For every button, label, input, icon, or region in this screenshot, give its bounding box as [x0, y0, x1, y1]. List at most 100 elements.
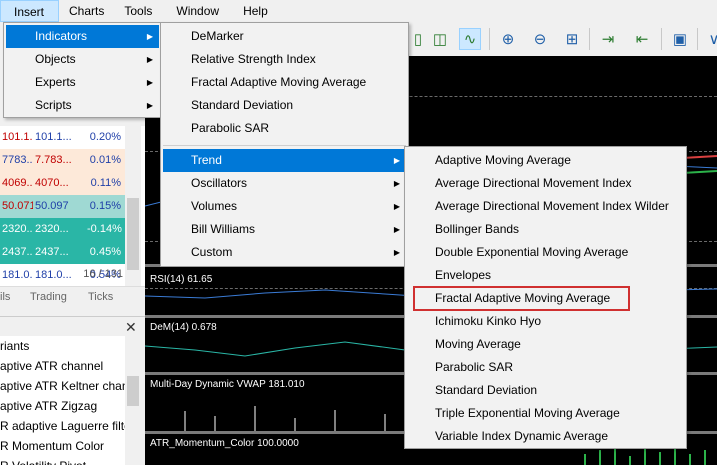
menu-item-trend-indicator[interactable]: Double Exponential Moving Average	[407, 241, 684, 264]
screenshot-icon[interactable]: ▣	[669, 28, 691, 50]
candlestick-icon[interactable]: ▯	[407, 28, 429, 50]
navigator-item[interactable]: R adaptive Laguerre filte	[0, 416, 125, 436]
insert-dropdown: Indicators ▶ Objects ▶ Experts ▶ Scripts ▶	[3, 22, 162, 118]
line-chart-icon[interactable]: ∿	[459, 28, 481, 50]
toolbar-separator	[589, 28, 590, 50]
menu-item-volumes[interactable]: Volumes ▶	[163, 195, 406, 218]
menu-item-trend-indicator[interactable]: Standard Deviation	[407, 379, 684, 402]
bid-cell: 181.0...	[2, 269, 33, 281]
menu-item-frama[interactable]: Fractal Adaptive Moving Average	[163, 71, 406, 94]
menu-item-custom[interactable]: Custom ▶	[163, 241, 406, 264]
symbol-count: 16 / 131	[83, 268, 123, 280]
menu-item-objects[interactable]: Objects ▶	[6, 48, 159, 71]
menu-item-parabolic-sar[interactable]: Parabolic SAR	[163, 117, 406, 140]
bid-cell: 50.071	[2, 200, 33, 212]
chevron-right-icon: ▶	[393, 179, 400, 188]
ask-cell: 50.097	[35, 200, 69, 212]
menu-item-trend-indicator[interactable]: Ichimoku Kinko Hyo	[407, 310, 684, 333]
ask-cell: 4070...	[35, 177, 69, 189]
menu-item-trend-indicator[interactable]: Variable Index Dynamic Average	[407, 425, 684, 448]
table-row[interactable]: 4069... 4070... 0.11%	[0, 172, 125, 195]
tab-details[interactable]: ils	[0, 287, 22, 308]
chevron-right-icon: ▶	[146, 55, 153, 64]
zoom-in-icon[interactable]: ⊕	[497, 28, 519, 50]
menu-item-scripts[interactable]: Scripts ▶	[6, 94, 159, 117]
menu-item-demarker[interactable]: DeMarker	[163, 25, 406, 48]
menu-item-trend-indicator[interactable]: Moving Average	[407, 333, 684, 356]
menu-item-label: Experts	[35, 75, 76, 89]
menu-item-oscillators[interactable]: Oscillators ▶	[163, 172, 406, 195]
table-row[interactable]: 2320... 2320... -0.14%	[0, 218, 125, 241]
navigator-item[interactable]: R Volatility Pivot	[0, 456, 125, 465]
ask-cell: 2320...	[35, 223, 69, 235]
menu-item-rsi[interactable]: Relative Strength Index	[163, 48, 406, 71]
menu-item-trend-indicator[interactable]: Bollinger Bands	[407, 218, 684, 241]
tab-ticks[interactable]: Ticks	[78, 287, 128, 308]
navigator-item[interactable]: aptive ATR Keltner chan	[0, 376, 125, 396]
table-row[interactable]: 2437... 2437... 0.45%	[0, 241, 125, 264]
menu-item-label: Indicators	[35, 29, 88, 43]
menu-item-stddev[interactable]: Standard Deviation	[163, 94, 406, 117]
scrollbar-thumb[interactable]	[127, 198, 139, 270]
scrollbar-thumb[interactable]	[127, 376, 139, 406]
menu-insert[interactable]: Insert	[0, 0, 60, 22]
ask-cell: 7.783...	[35, 154, 72, 166]
menubar: Insert Charts Tools Window Help	[0, 0, 717, 22]
change-cell: 0.11%	[90, 177, 121, 189]
table-row[interactable]: 50.071 50.097 0.15%	[0, 195, 125, 218]
menu-item-label: Scripts	[35, 98, 72, 112]
highlight-annotation	[413, 286, 630, 311]
menu-item-trend-indicator[interactable]: Parabolic SAR	[407, 356, 684, 379]
table-row[interactable]: 101.1...101.1... 0.20%	[0, 126, 125, 149]
change-cell: 0.45%	[89, 246, 121, 258]
table-row[interactable]: 7783... 7.783... 0.01%	[0, 149, 125, 172]
bid-cell: 4069...	[2, 177, 33, 189]
menu-item-experts[interactable]: Experts ▶	[6, 71, 159, 94]
autoscroll-icon[interactable]: ⇥	[597, 28, 619, 50]
toolbar-separator	[661, 28, 662, 50]
grid-icon[interactable]: ⊞	[561, 28, 583, 50]
ask-cell: 2437...	[35, 246, 69, 258]
navigator-item[interactable]: aptive ATR Zigzag	[0, 396, 125, 416]
menu-item-bill-williams[interactable]: Bill Williams ▶	[163, 218, 406, 241]
menu-item-label: Trend	[191, 153, 222, 167]
menu-window[interactable]: Window	[164, 0, 231, 22]
navigator-item[interactable]: aptive ATR channel	[0, 356, 125, 376]
chart-shift-icon[interactable]: ⇤	[631, 28, 653, 50]
navigator-header: ✕	[0, 316, 145, 336]
navigator-item[interactable]: riants	[0, 336, 125, 356]
menu-tools[interactable]: Tools	[114, 0, 164, 22]
menu-item-label: Oscillators	[191, 176, 248, 190]
menu-item-label: Volumes	[191, 199, 238, 213]
navigator-item[interactable]: R Momentum Color	[0, 436, 125, 456]
navigator-scrollbar[interactable]	[125, 336, 141, 465]
menu-item-trend-indicator[interactable]: Envelopes	[407, 264, 684, 287]
menu-item-trend-indicator[interactable]: Adaptive Moving Average	[407, 149, 684, 172]
menu-item-trend-indicator[interactable]: Average Directional Movement Index Wilde…	[407, 195, 684, 218]
chevron-right-icon: ▶	[393, 156, 400, 165]
chevron-down-icon[interactable]: ∨	[703, 28, 717, 50]
watch-scrollbar[interactable]	[125, 126, 141, 286]
menu-item-trend-indicator[interactable]: Average Directional Movement Index	[407, 172, 684, 195]
chevron-right-icon: ▶	[393, 248, 400, 257]
change-cell: -0.14%	[87, 223, 122, 235]
bid-cell: 7783...	[2, 154, 33, 166]
toolbar-separator	[489, 28, 490, 50]
close-icon[interactable]: ✕	[125, 319, 137, 336]
menu-item-trend-indicator[interactable]: Triple Exponential Moving Average	[407, 402, 684, 425]
chevron-right-icon: ▶	[146, 32, 153, 41]
indicators-submenu: DeMarker Relative Strength Index Fractal…	[160, 22, 409, 267]
menu-item-trend[interactable]: Trend ▶	[163, 149, 406, 172]
zoom-out-icon[interactable]: ⊖	[529, 28, 551, 50]
menu-item-label: Bill Williams	[191, 222, 255, 236]
candlestick-icon[interactable]: ◫	[429, 28, 451, 50]
change-cell: 0.15%	[89, 200, 121, 212]
toolbar-separator	[697, 28, 698, 50]
menu-charts[interactable]: Charts	[59, 0, 114, 22]
bid-cell: 2437...	[2, 246, 33, 258]
menu-help[interactable]: Help	[231, 0, 278, 22]
watch-tabs: ils Trading Ticks	[0, 286, 145, 308]
bid-cell: 2320...	[2, 223, 33, 235]
tab-trading[interactable]: Trading	[22, 287, 78, 308]
menu-item-indicators[interactable]: Indicators ▶	[6, 25, 159, 48]
